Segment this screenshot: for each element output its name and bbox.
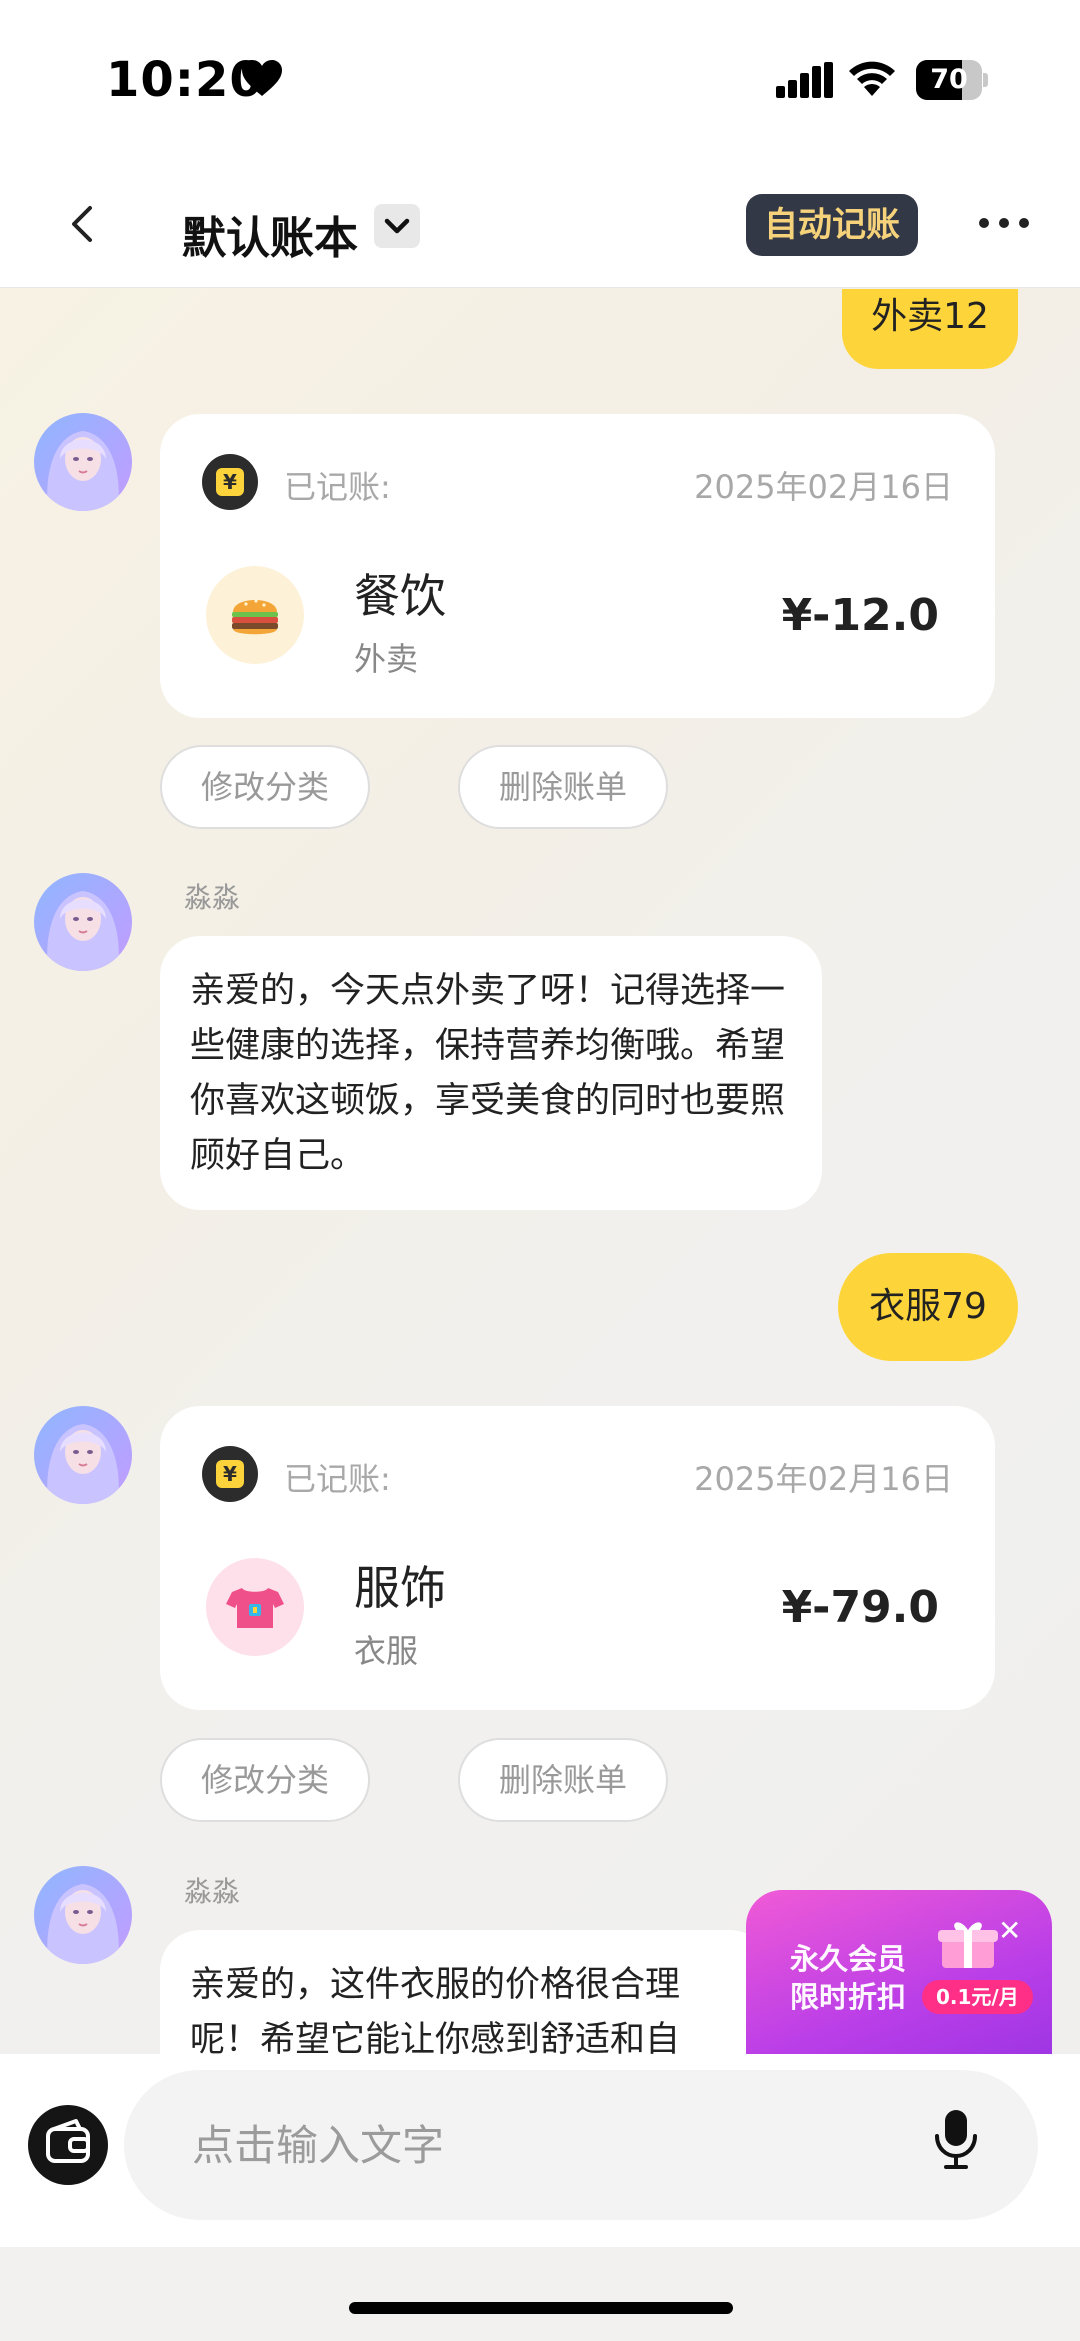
record-category: 餐饮 bbox=[354, 569, 446, 623]
auto-bookkeeping-button[interactable]: 自动记账 bbox=[746, 194, 918, 256]
nav-bar: 默认账本 自动记账 bbox=[0, 160, 1080, 288]
ledger-title[interactable]: 默认账本 bbox=[182, 202, 358, 266]
wifi-icon bbox=[849, 61, 895, 96]
record-subcategory: 外卖 bbox=[354, 640, 419, 678]
modify-category-button[interactable]: 修改分类 bbox=[160, 1738, 370, 1822]
record-status: 已记账: bbox=[284, 468, 391, 506]
back-arrow-icon[interactable] bbox=[60, 200, 108, 248]
assistant-avatar bbox=[34, 873, 132, 971]
assistant-avatar bbox=[34, 1406, 132, 1504]
record-category: 服饰 bbox=[354, 1561, 446, 1615]
promo-price-tag: 0.1元/月 bbox=[922, 1980, 1033, 2014]
close-icon[interactable]: ✕ bbox=[998, 1914, 1021, 1947]
record-date: 2025年02月16日 bbox=[694, 468, 953, 506]
tshirt-icon bbox=[206, 1558, 304, 1656]
microphone-icon[interactable] bbox=[932, 2108, 980, 2170]
delete-bill-button[interactable]: 删除账单 bbox=[458, 1738, 668, 1822]
delete-bill-button[interactable]: 删除账单 bbox=[458, 745, 668, 829]
burger-icon bbox=[206, 566, 304, 664]
more-icon[interactable] bbox=[974, 208, 1034, 238]
wallet-icon bbox=[46, 2119, 90, 2163]
promo-subtitle: 限时折扣 bbox=[790, 1980, 907, 2014]
message-input[interactable] bbox=[124, 2070, 1038, 2220]
signal-icon bbox=[776, 62, 833, 98]
promo-title: 永久会员 bbox=[790, 1942, 907, 1976]
yuan-badge-icon: ¥ bbox=[202, 454, 258, 510]
assistant-avatar bbox=[34, 413, 132, 511]
record-amount: ¥-79.0 bbox=[781, 1582, 939, 1633]
assistant-message-bubble: 亲爱的，今天点外卖了呀！记得选择一些健康的选择，保持营养均衡哦。希望你喜欢这顿饭… bbox=[160, 936, 822, 1210]
input-bar bbox=[0, 2054, 1080, 2247]
home-indicator bbox=[349, 2302, 733, 2314]
modify-category-button[interactable]: 修改分类 bbox=[160, 745, 370, 829]
status-bar: 10:20 70 bbox=[0, 0, 1080, 160]
wallet-button[interactable] bbox=[28, 2105, 108, 2185]
record-status: 已记账: bbox=[284, 1460, 391, 1498]
record-date: 2025年02月16日 bbox=[694, 1460, 953, 1498]
battery-indicator: 70 bbox=[916, 60, 988, 100]
assistant-avatar bbox=[34, 1866, 132, 1964]
sender-name: 淼淼 bbox=[184, 881, 241, 914]
gift-icon bbox=[938, 1922, 998, 1968]
heart-icon bbox=[242, 60, 282, 96]
ledger-dropdown-button[interactable] bbox=[374, 204, 420, 248]
user-message-bubble: 外卖12 bbox=[842, 289, 1018, 369]
yuan-badge-icon: ¥ bbox=[202, 1446, 258, 1502]
user-message-bubble: 衣服79 bbox=[838, 1253, 1018, 1361]
avatar-image bbox=[34, 413, 132, 511]
sender-name: 淼淼 bbox=[184, 1875, 241, 1908]
battery-level-text: 70 bbox=[930, 64, 968, 95]
record-card[interactable]: ¥ 已记账: 2025年02月16日 餐饮 外卖 ¥-12.0 bbox=[160, 414, 995, 718]
record-subcategory: 衣服 bbox=[354, 1632, 419, 1670]
record-amount: ¥-12.0 bbox=[781, 590, 939, 641]
record-card[interactable]: ¥ 已记账: 2025年02月16日 服饰 衣服 ¥-79.0 bbox=[160, 1406, 995, 1710]
chevron-down-icon bbox=[384, 218, 410, 234]
